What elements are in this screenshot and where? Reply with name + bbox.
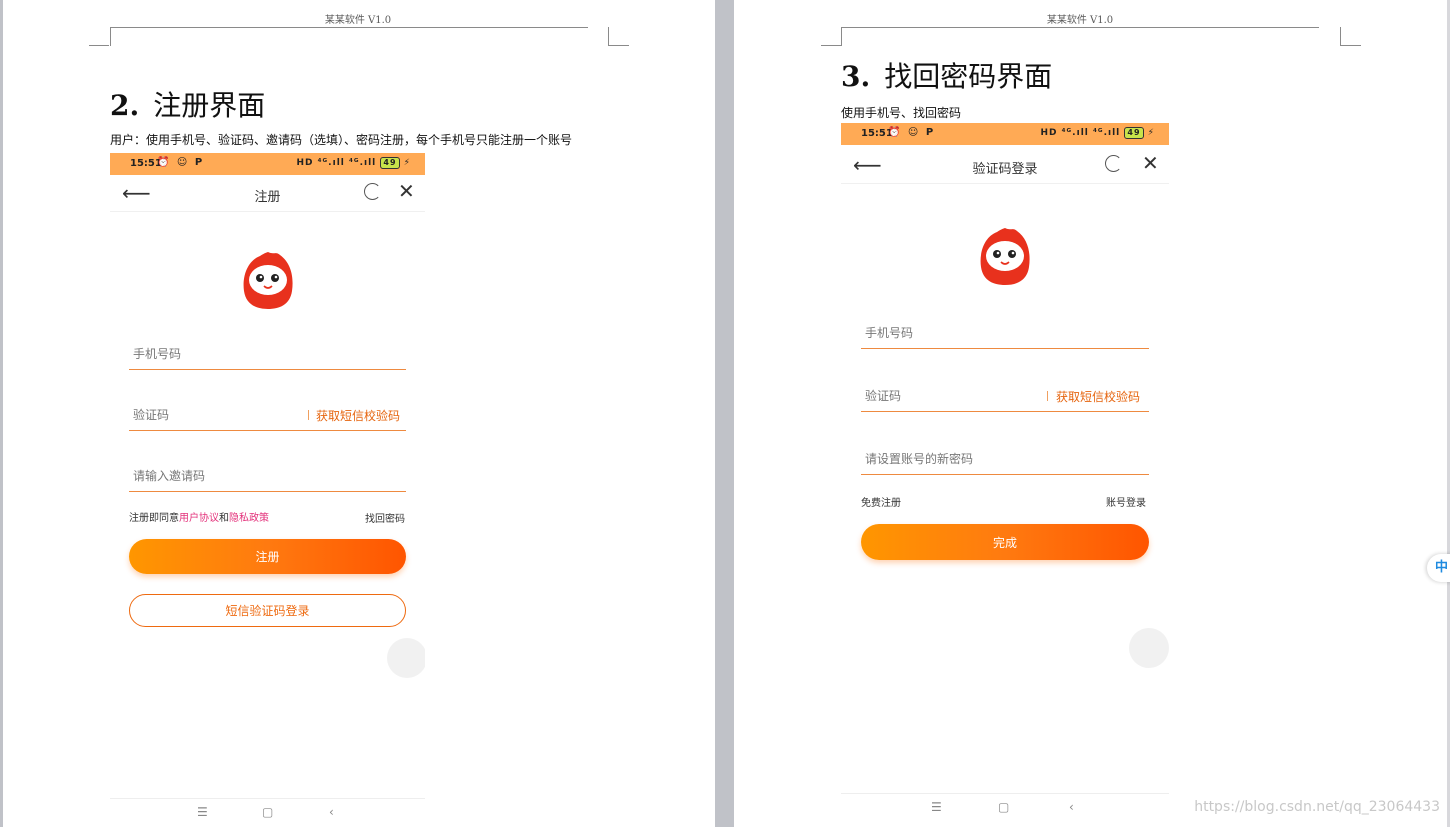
- corner-mark: [110, 27, 111, 46]
- corner-mark: [609, 45, 629, 46]
- refresh-icon[interactable]: [364, 183, 381, 200]
- section-title: 找回密码界面: [884, 60, 1053, 93]
- status-bar: 15:51 ⏰ ☺ P HD ⁴ᴳ.ıll ⁴ᴳ.ıll 49 ⚡: [110, 153, 425, 175]
- corner-mark: [821, 45, 841, 46]
- signal-icon: HD ⁴ᴳ.ıll ⁴ᴳ.ıll: [296, 158, 377, 168]
- complete-button[interactable]: 完成: [861, 524, 1149, 560]
- status-notification-icons: ⏰ ☺ P: [157, 157, 205, 168]
- battery-icon: 49: [1124, 127, 1144, 139]
- watermark-text: https://blog.csdn.net/qq_23064433: [1194, 799, 1440, 815]
- invite-code-field[interactable]: [129, 461, 406, 492]
- nav-bar: ⟵ 验证码登录 ✕: [841, 147, 1169, 184]
- register-button[interactable]: 注册: [129, 539, 406, 574]
- signal-icon: HD ⁴ᴳ.ıll ⁴ᴳ.ıll: [1040, 128, 1121, 138]
- invite-code-input[interactable]: [129, 461, 406, 491]
- agreement-and: 和: [219, 513, 229, 524]
- nav-bar: ⟵ 注册 ✕: [110, 175, 425, 212]
- floating-assistive-button[interactable]: [1129, 628, 1169, 668]
- section-number: 3.: [841, 60, 871, 93]
- phone-input[interactable]: [129, 339, 406, 369]
- section-title: 注册界面: [153, 89, 266, 122]
- verification-code-field[interactable]: 获取短信校验码: [861, 381, 1149, 412]
- section-number: 2.: [110, 89, 140, 122]
- battery-icon: 49: [380, 157, 400, 169]
- corner-mark: [841, 27, 842, 46]
- menu-icon[interactable]: ☰: [197, 805, 208, 819]
- recover-phone-screenshot: 15:51 ⏰ ☺ P HD ⁴ᴳ.ıll ⁴ᴳ.ıll 49 ⚡ ⟵ 验证码登…: [841, 123, 1169, 827]
- field-separator: [1047, 391, 1048, 401]
- get-sms-code-button[interactable]: 获取短信校验码: [1056, 388, 1140, 405]
- phone-input[interactable]: [861, 318, 1149, 348]
- free-register-link[interactable]: 免费注册: [861, 494, 901, 509]
- header-rule: [841, 27, 1319, 28]
- section-description: 使用手机号、找回密码: [841, 106, 962, 120]
- status-bar: 15:51 ⏰ ☺ P HD ⁴ᴳ.ıll ⁴ᴳ.ıll 49 ⚡: [841, 123, 1169, 145]
- corner-mark: [89, 45, 109, 46]
- field-separator: [308, 410, 309, 420]
- back-icon[interactable]: ‹: [329, 805, 334, 819]
- mascot-logo: [243, 252, 293, 309]
- find-password-link[interactable]: 找回密码: [365, 510, 405, 525]
- floating-assistive-button[interactable]: [387, 638, 425, 678]
- back-icon[interactable]: ‹: [1069, 800, 1074, 814]
- status-notification-icons: ⏰ ☺ P: [888, 127, 936, 138]
- refresh-icon[interactable]: [1105, 155, 1122, 172]
- corner-mark: [1341, 45, 1361, 46]
- page-header-text: 某某软件 V1.0: [324, 15, 392, 26]
- page-header-text: 某某软件 V1.0: [1046, 15, 1114, 26]
- section-heading: 3. 找回密码界面: [841, 55, 1052, 95]
- new-password-field[interactable]: [861, 444, 1149, 475]
- sms-login-button[interactable]: 短信验证码登录: [129, 594, 406, 627]
- close-icon[interactable]: ✕: [398, 179, 415, 203]
- agreement-text: 注册即同意用户协议和隐私政策: [129, 509, 269, 524]
- corner-mark: [608, 27, 609, 46]
- mascot-logo: [980, 228, 1030, 285]
- user-agreement-link[interactable]: 用户协议: [179, 513, 219, 524]
- system-nav-bar: ☰ ▢ ‹: [841, 793, 1169, 822]
- close-icon[interactable]: ✕: [1142, 151, 1159, 175]
- document-page-right: 某某软件 V1.0 3. 找回密码界面 使用手机号、找回密码 15:51 ⏰ ☺ …: [734, 0, 1450, 827]
- home-icon[interactable]: ▢: [262, 805, 273, 819]
- header-rule: [110, 27, 588, 28]
- status-signal-icons: HD ⁴ᴳ.ıll ⁴ᴳ.ıll 49 ⚡: [1040, 127, 1155, 139]
- verification-code-field[interactable]: 获取短信校验码: [129, 400, 406, 431]
- get-sms-code-button[interactable]: 获取短信校验码: [316, 407, 400, 424]
- phone-field[interactable]: [129, 339, 406, 370]
- register-phone-screenshot: 15:51 ⏰ ☺ P HD ⁴ᴳ.ıll ⁴ᴳ.ıll 49 ⚡ ⟵ 注册 ✕…: [110, 153, 425, 827]
- new-password-input[interactable]: [861, 444, 1149, 474]
- input-method-tab[interactable]: 中: [1427, 554, 1450, 582]
- status-signal-icons: HD ⁴ᴳ.ıll ⁴ᴳ.ıll 49 ⚡: [296, 157, 411, 169]
- privacy-policy-link[interactable]: 隐私政策: [229, 513, 269, 524]
- corner-mark: [1340, 27, 1341, 46]
- document-page-left: 某某软件 V1.0 2. 注册界面 用户：使用手机号、验证码、邀请码（选填）、密码…: [3, 0, 715, 827]
- account-login-link[interactable]: 账号登录: [1106, 494, 1146, 509]
- system-nav-bar: ☰ ▢ ‹: [110, 798, 425, 827]
- phone-field[interactable]: [861, 318, 1149, 349]
- section-heading: 2. 注册界面: [110, 84, 265, 124]
- home-icon[interactable]: ▢: [998, 800, 1009, 814]
- agreement-prefix: 注册即同意: [129, 513, 179, 524]
- section-description: 用户：使用手机号、验证码、邀请码（选填）、密码注册，每个手机号只能注册一个账号: [110, 133, 573, 147]
- menu-icon[interactable]: ☰: [931, 800, 942, 814]
